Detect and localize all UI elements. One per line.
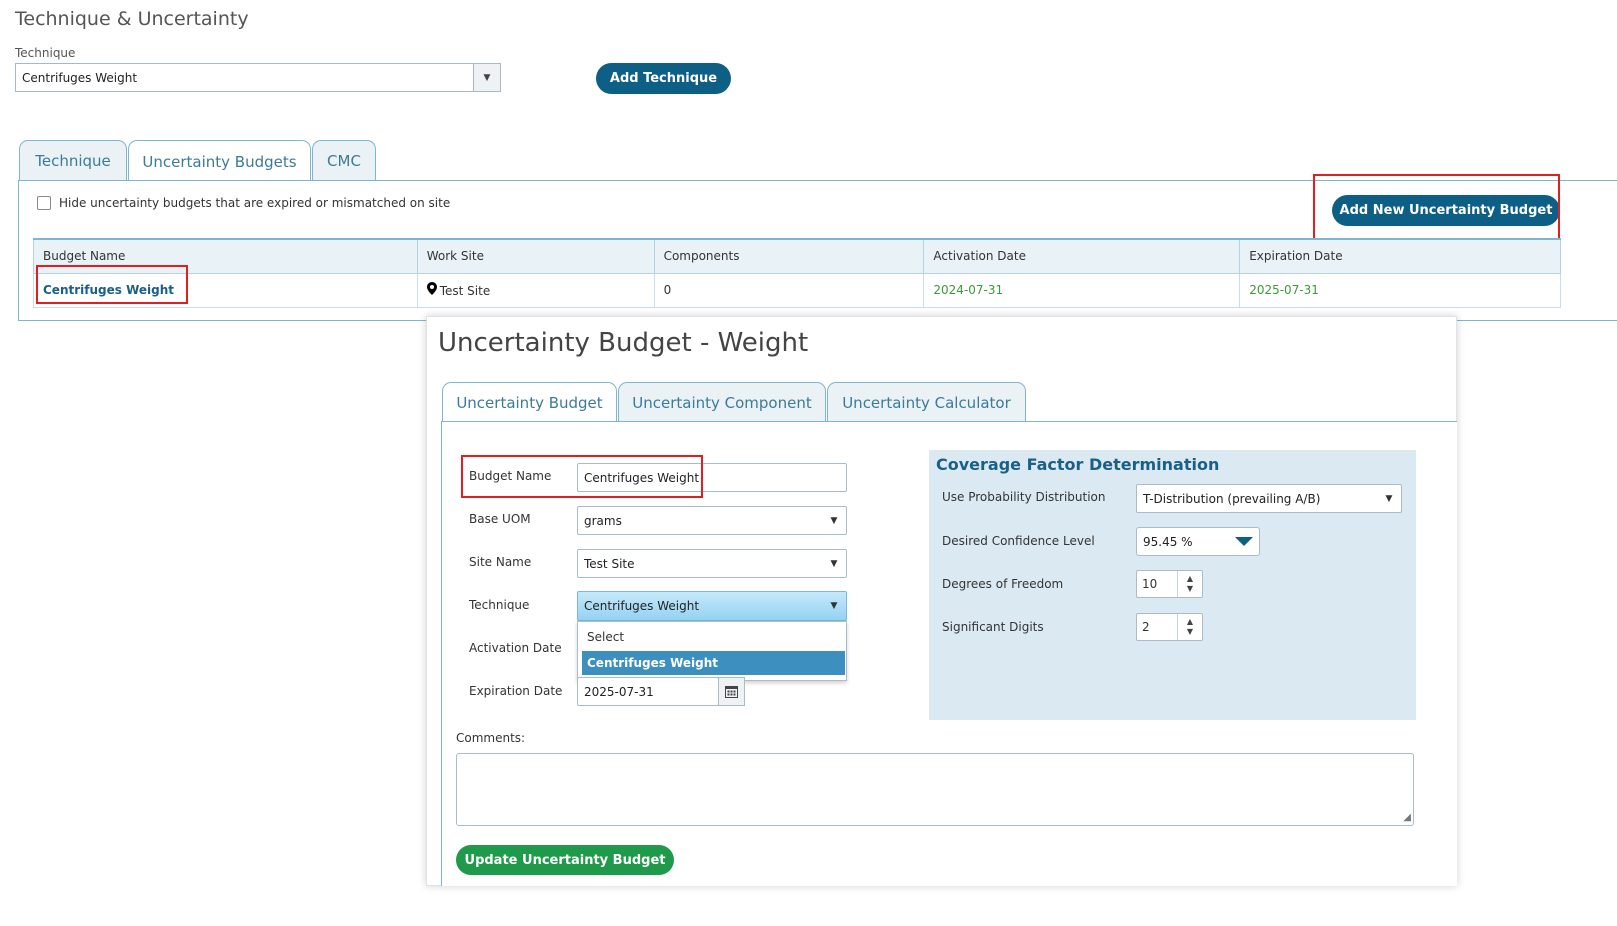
table-header-row: Budget Name Work Site Components Activat… [33,238,1561,274]
column-header-work-site[interactable]: Work Site [416,238,655,274]
highlight-box-budget-name-field [461,455,703,498]
degrees-of-freedom-value: 10 [1142,577,1158,591]
table-row[interactable]: Centrifuges Weight Test Site 0 2024-07-3… [33,272,1561,308]
column-header-activation-date[interactable]: Activation Date [923,238,1241,274]
dropdown-option-select[interactable]: Select [582,625,845,649]
distribution-label: Use Probability Distribution [942,490,1106,504]
site-name-value: Test Site [584,556,635,571]
significant-digits-label: Significant Digits [942,620,1044,634]
confidence-level-label: Desired Confidence Level [942,534,1095,548]
site-name-label: Site Name [469,555,532,569]
budgets-table: Budget Name Work Site Components Activat… [33,238,1561,308]
activation-date-label: Activation Date [469,641,562,655]
base-uom-value: grams [584,513,622,528]
highlight-box-budget-name [36,265,188,304]
technique-select-value: Centrifuges Weight [22,70,138,85]
technique-dropdown-list: Select Centrifuges Weight [577,621,847,681]
column-header-expiration-date[interactable]: Expiration Date [1239,238,1561,274]
chevron-down-icon: ▼ [830,558,838,569]
chevron-down-icon [1235,537,1253,546]
components-value: 0 [653,272,925,308]
comments-textarea[interactable]: ◢ [456,753,1414,826]
page-title: Technique & Uncertainty [15,8,249,30]
tab-technique[interactable]: Technique [19,140,127,181]
spinner-arrows-icon[interactable]: ▲ ▼ [1177,614,1202,640]
calendar-icon[interactable] [718,677,745,706]
tab-uncertainty-calculator[interactable]: Uncertainty Calculator [827,382,1026,422]
technique-select[interactable]: Centrifuges Weight ▼ [15,63,501,92]
expiration-date-value: 2025-07-31 [1239,272,1561,308]
significant-digits-input[interactable]: 2 ▲ ▼ [1136,613,1203,641]
hide-expired-row[interactable]: Hide uncertainty budgets that are expire… [37,196,450,210]
chevron-down-icon[interactable]: ▼ [473,64,500,91]
chevron-down-icon: ▼ [830,601,838,611]
highlight-box-add-budget [1313,174,1560,240]
expiration-date-label: Expiration Date [469,684,563,698]
column-header-components[interactable]: Components [653,238,925,274]
confidence-level-value: 95.45 % [1143,534,1193,549]
base-uom-select[interactable]: grams ▼ [577,506,847,535]
comments-label: Comments: [456,731,526,745]
site-name-select[interactable]: Test Site ▼ [577,549,847,578]
technique-field-value: Centrifuges Weight [584,599,700,613]
dropdown-option-centrifuges-weight[interactable]: Centrifuges Weight [582,651,845,675]
tab-uncertainty-budget[interactable]: Uncertainty Budget [442,382,617,422]
resize-grip-icon[interactable]: ◢ [1403,813,1411,823]
technique-field-select[interactable]: Centrifuges Weight ▼ [577,591,847,621]
significant-digits-value: 2 [1142,620,1150,634]
degrees-of-freedom-label: Degrees of Freedom [942,577,1064,591]
hide-expired-label: Hide uncertainty budgets that are expire… [59,196,451,210]
degrees-of-freedom-input[interactable]: 10 ▲ ▼ [1136,570,1203,598]
distribution-select[interactable]: T-Distribution (prevailing A/B) ▼ [1136,484,1402,513]
expiration-date-input-value: 2025-07-31 [584,684,654,699]
spinner-arrows-icon[interactable]: ▲ ▼ [1177,571,1202,597]
tab-cmc[interactable]: CMC [312,140,376,181]
base-uom-label: Base UOM [469,512,531,526]
confidence-level-select[interactable]: 95.45 % [1136,527,1260,556]
hide-expired-checkbox[interactable] [37,196,51,210]
modal-title: Uncertainty Budget - Weight [438,328,809,358]
work-site-value: Test Site [439,284,491,298]
add-technique-button[interactable]: Add Technique [596,63,731,94]
chevron-down-icon: ▼ [830,515,838,526]
activation-date-value: 2024-07-31 [923,272,1241,308]
tab-uncertainty-component[interactable]: Uncertainty Component [618,382,826,422]
chevron-down-icon: ▼ [1385,493,1393,504]
distribution-value: T-Distribution (prevailing A/B) [1143,491,1321,506]
tab-uncertainty-budgets[interactable]: Uncertainty Budgets [128,140,311,182]
map-pin-icon [426,282,437,298]
technique-field-label: Technique [469,598,530,612]
coverage-factor-title: Coverage Factor Determination [936,455,1220,474]
expiration-date-input[interactable]: 2025-07-31 [577,677,719,706]
technique-label: Technique [15,46,76,60]
update-uncertainty-budget-button[interactable]: Update Uncertainty Budget [456,845,674,875]
